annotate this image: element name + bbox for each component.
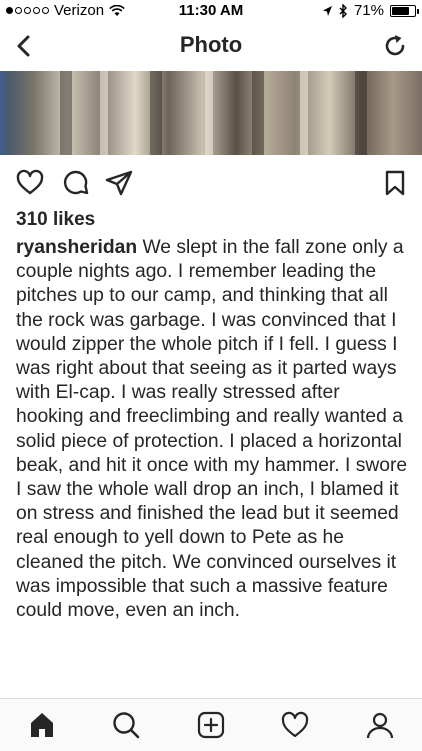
photo-rock-highlight <box>100 71 108 155</box>
photo-rock-highlight <box>205 71 213 155</box>
activity-heart-icon[interactable] <box>280 710 310 740</box>
location-arrow-icon <box>322 5 332 16</box>
caption-text: We slept in the fall zone only a couple … <box>16 237 408 622</box>
share-icon[interactable] <box>105 169 133 197</box>
photo-rock-shadow <box>150 71 162 155</box>
battery-percent: 71% <box>353 2 384 19</box>
profile-icon[interactable] <box>365 710 395 740</box>
comment-icon[interactable] <box>61 169 89 197</box>
bookmark-icon[interactable] <box>381 169 409 197</box>
nav-bar: Photo <box>0 22 422 70</box>
post-action-bar <box>0 165 422 201</box>
photo-rock-shadow <box>252 71 264 155</box>
status-bar: Verizon 11:30 AM 71% <box>0 0 422 22</box>
bottom-tab-bar <box>0 698 422 751</box>
status-right: 71% <box>322 2 419 19</box>
battery-icon <box>390 4 419 17</box>
search-icon[interactable] <box>111 710 141 740</box>
post-caption: ryansheridan We slept in the fall zone o… <box>16 236 412 623</box>
home-icon[interactable] <box>27 710 57 740</box>
likes-count[interactable]: 310 likes <box>16 209 95 231</box>
photo-rock-shadow <box>60 71 72 155</box>
add-post-icon[interactable] <box>196 710 226 740</box>
heart-icon[interactable] <box>16 169 44 197</box>
bluetooth-icon <box>339 3 347 18</box>
caption-username[interactable]: ryansheridan <box>16 237 137 258</box>
photo-rock-highlight <box>300 71 308 155</box>
refresh-icon[interactable] <box>382 33 408 59</box>
post-photo[interactable] <box>0 71 422 155</box>
page-title: Photo <box>179 32 243 57</box>
photo-rock-shadow <box>355 71 367 155</box>
